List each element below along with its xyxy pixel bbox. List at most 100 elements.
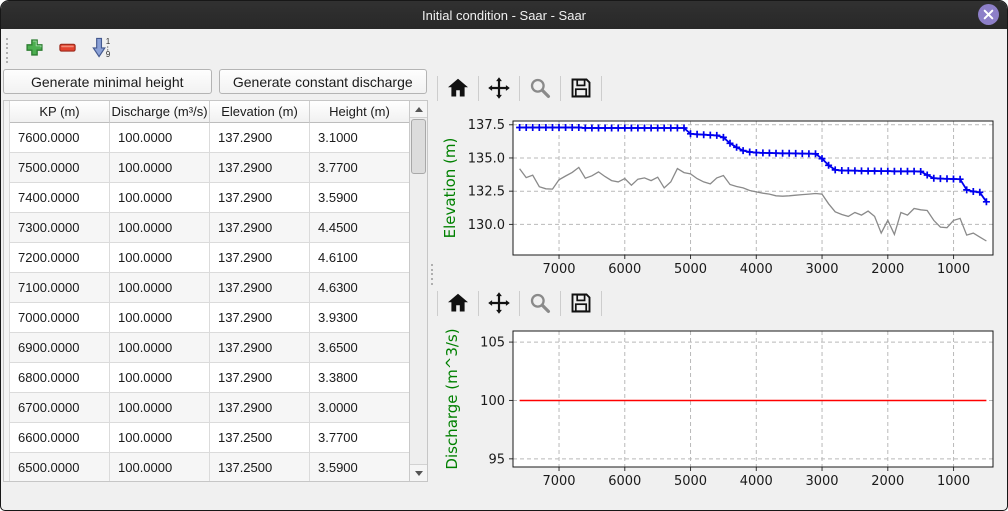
svg-text:135.0: 135.0 xyxy=(468,151,505,166)
toolbar-separator xyxy=(437,291,438,316)
table-cell[interactable]: 3.5900 xyxy=(310,183,410,213)
table-row: 7300.0000100.0000137.29004.4500 xyxy=(10,213,410,243)
table-cell[interactable]: 7200.0000 xyxy=(10,243,110,273)
table-cell[interactable]: 137.2900 xyxy=(210,363,310,393)
table-cell[interactable]: 7000.0000 xyxy=(10,303,110,333)
table-cell[interactable]: 6800.0000 xyxy=(10,363,110,393)
save-floppy-icon xyxy=(569,76,593,100)
table-cell[interactable]: 137.2900 xyxy=(210,273,310,303)
table-column-header[interactable]: Discharge (m³/s) xyxy=(110,101,210,123)
window: Initial condition - Saar - Saar xyxy=(0,0,1008,511)
svg-text:1000: 1000 xyxy=(937,262,970,277)
plot-zoom-button[interactable] xyxy=(522,288,558,318)
table-cell[interactable]: 137.2900 xyxy=(210,333,310,363)
table-cell[interactable]: 100.0000 xyxy=(110,183,210,213)
table-column-header[interactable]: KP (m) xyxy=(10,101,110,123)
table-cell[interactable]: 100.0000 xyxy=(110,273,210,303)
table-cell[interactable]: 137.2900 xyxy=(210,303,310,333)
table-row: 6600.0000100.0000137.25003.7700 xyxy=(10,423,410,453)
y-axis-label: Elevation (m) xyxy=(441,138,459,239)
table-cell[interactable]: 100.0000 xyxy=(110,393,210,423)
table-cell[interactable]: 100.0000 xyxy=(110,303,210,333)
table-column-header[interactable]: Elevation (m) xyxy=(210,101,310,123)
table-cell[interactable]: 3.9300 xyxy=(310,303,410,333)
table-cell[interactable]: 3.3800 xyxy=(310,363,410,393)
discharge-chart-canvas[interactable]: 700060005000400030002000100010510095Disc… xyxy=(435,323,1007,498)
table-cell[interactable]: 100.0000 xyxy=(110,453,210,481)
table-cell[interactable]: 4.4500 xyxy=(310,213,410,243)
table-cell[interactable]: 6700.0000 xyxy=(10,393,110,423)
plot-zoom-button[interactable] xyxy=(522,73,558,103)
add-plus-icon xyxy=(25,38,44,57)
table-cell[interactable]: 100.0000 xyxy=(110,363,210,393)
toolbar-separator xyxy=(478,291,479,316)
table-cell[interactable]: 137.2500 xyxy=(210,453,310,481)
toolbar-grip-handle[interactable] xyxy=(6,37,8,65)
elevation-chart-canvas[interactable]: 7000600050004000300020001000137.5135.013… xyxy=(435,109,1007,283)
table-cell[interactable]: 137.2500 xyxy=(210,423,310,453)
table-cell[interactable]: 7100.0000 xyxy=(10,273,110,303)
table-cell[interactable]: 3.5900 xyxy=(310,453,410,481)
table-cell[interactable]: 6900.0000 xyxy=(10,333,110,363)
close-button[interactable] xyxy=(978,4,999,25)
plot-save-button[interactable] xyxy=(563,288,599,318)
pan-move-icon xyxy=(487,76,511,100)
table-cell[interactable]: 137.2900 xyxy=(210,183,310,213)
table-cell[interactable]: 137.2900 xyxy=(210,393,310,423)
table-cell[interactable]: 100.0000 xyxy=(110,153,210,183)
generate-constant-discharge-button[interactable]: Generate constant discharge xyxy=(219,69,428,94)
svg-text:6000: 6000 xyxy=(608,474,641,489)
scrollbar-up-button[interactable] xyxy=(410,101,427,118)
table-cell[interactable]: 100.0000 xyxy=(110,333,210,363)
magnifier-zoom-icon xyxy=(528,291,552,315)
home-icon xyxy=(446,76,470,100)
scrollbar-down-button[interactable] xyxy=(410,464,427,481)
table-cell[interactable]: 3.1000 xyxy=(310,123,410,153)
table-cell[interactable]: 3.0000 xyxy=(310,393,410,423)
table-cell[interactable]: 100.0000 xyxy=(110,243,210,273)
initial-condition-table: KP (m)Discharge (m³/s)Elevation (m)Heigh… xyxy=(3,100,428,482)
discharge-plot-toolbar xyxy=(435,286,1007,320)
table-header-row: KP (m)Discharge (m³/s)Elevation (m)Heigh… xyxy=(10,101,410,123)
add-row-button[interactable] xyxy=(21,34,47,60)
table-cell[interactable]: 6600.0000 xyxy=(10,423,110,453)
delete-row-button[interactable] xyxy=(54,34,80,60)
table-row: 6800.0000100.0000137.29003.3800 xyxy=(10,363,410,393)
table-cell[interactable]: 7600.0000 xyxy=(10,123,110,153)
table-cell[interactable]: 7300.0000 xyxy=(10,213,110,243)
table-cell[interactable]: 7500.0000 xyxy=(10,153,110,183)
table-row: 7200.0000100.0000137.29004.6100 xyxy=(10,243,410,273)
table-cell[interactable]: 3.6500 xyxy=(310,333,410,363)
plot-home-button[interactable] xyxy=(440,73,476,103)
table-vertical-scrollbar[interactable] xyxy=(409,101,427,481)
table-cell[interactable]: 137.2900 xyxy=(210,123,310,153)
plot-save-button[interactable] xyxy=(563,73,599,103)
table-row: 7100.0000100.0000137.29004.6300 xyxy=(10,273,410,303)
table-cell[interactable]: 100.0000 xyxy=(110,423,210,453)
toolbar-separator xyxy=(560,291,561,316)
plot-pan-button[interactable] xyxy=(481,288,517,318)
generate-minimal-height-button[interactable]: Generate minimal height xyxy=(3,69,212,94)
plot-pan-button[interactable] xyxy=(481,73,517,103)
table-cell[interactable]: 6500.0000 xyxy=(10,453,110,481)
table-cell[interactable]: 3.7700 xyxy=(310,153,410,183)
titlebar[interactable]: Initial condition - Saar - Saar xyxy=(1,1,1007,29)
scrollbar-thumb[interactable] xyxy=(411,119,426,174)
plot-home-button[interactable] xyxy=(440,288,476,318)
svg-text:5000: 5000 xyxy=(674,474,707,489)
pan-move-icon xyxy=(487,291,511,315)
table-cell[interactable]: 4.6100 xyxy=(310,243,410,273)
table-cell[interactable]: 137.2900 xyxy=(210,243,310,273)
panel-splitter[interactable] xyxy=(428,65,435,511)
svg-text:4000: 4000 xyxy=(740,262,773,277)
table-cell[interactable]: 4.6300 xyxy=(310,273,410,303)
table-cell[interactable]: 100.0000 xyxy=(110,213,210,243)
home-icon xyxy=(446,291,470,315)
table-column-header[interactable]: Height (m) xyxy=(310,101,410,123)
table-cell[interactable]: 3.7700 xyxy=(310,423,410,453)
table-cell[interactable]: 137.2900 xyxy=(210,153,310,183)
table-cell[interactable]: 137.2900 xyxy=(210,213,310,243)
sort-rows-button[interactable]: 1 9 xyxy=(87,34,113,60)
table-cell[interactable]: 7400.0000 xyxy=(10,183,110,213)
table-cell[interactable]: 100.0000 xyxy=(110,123,210,153)
